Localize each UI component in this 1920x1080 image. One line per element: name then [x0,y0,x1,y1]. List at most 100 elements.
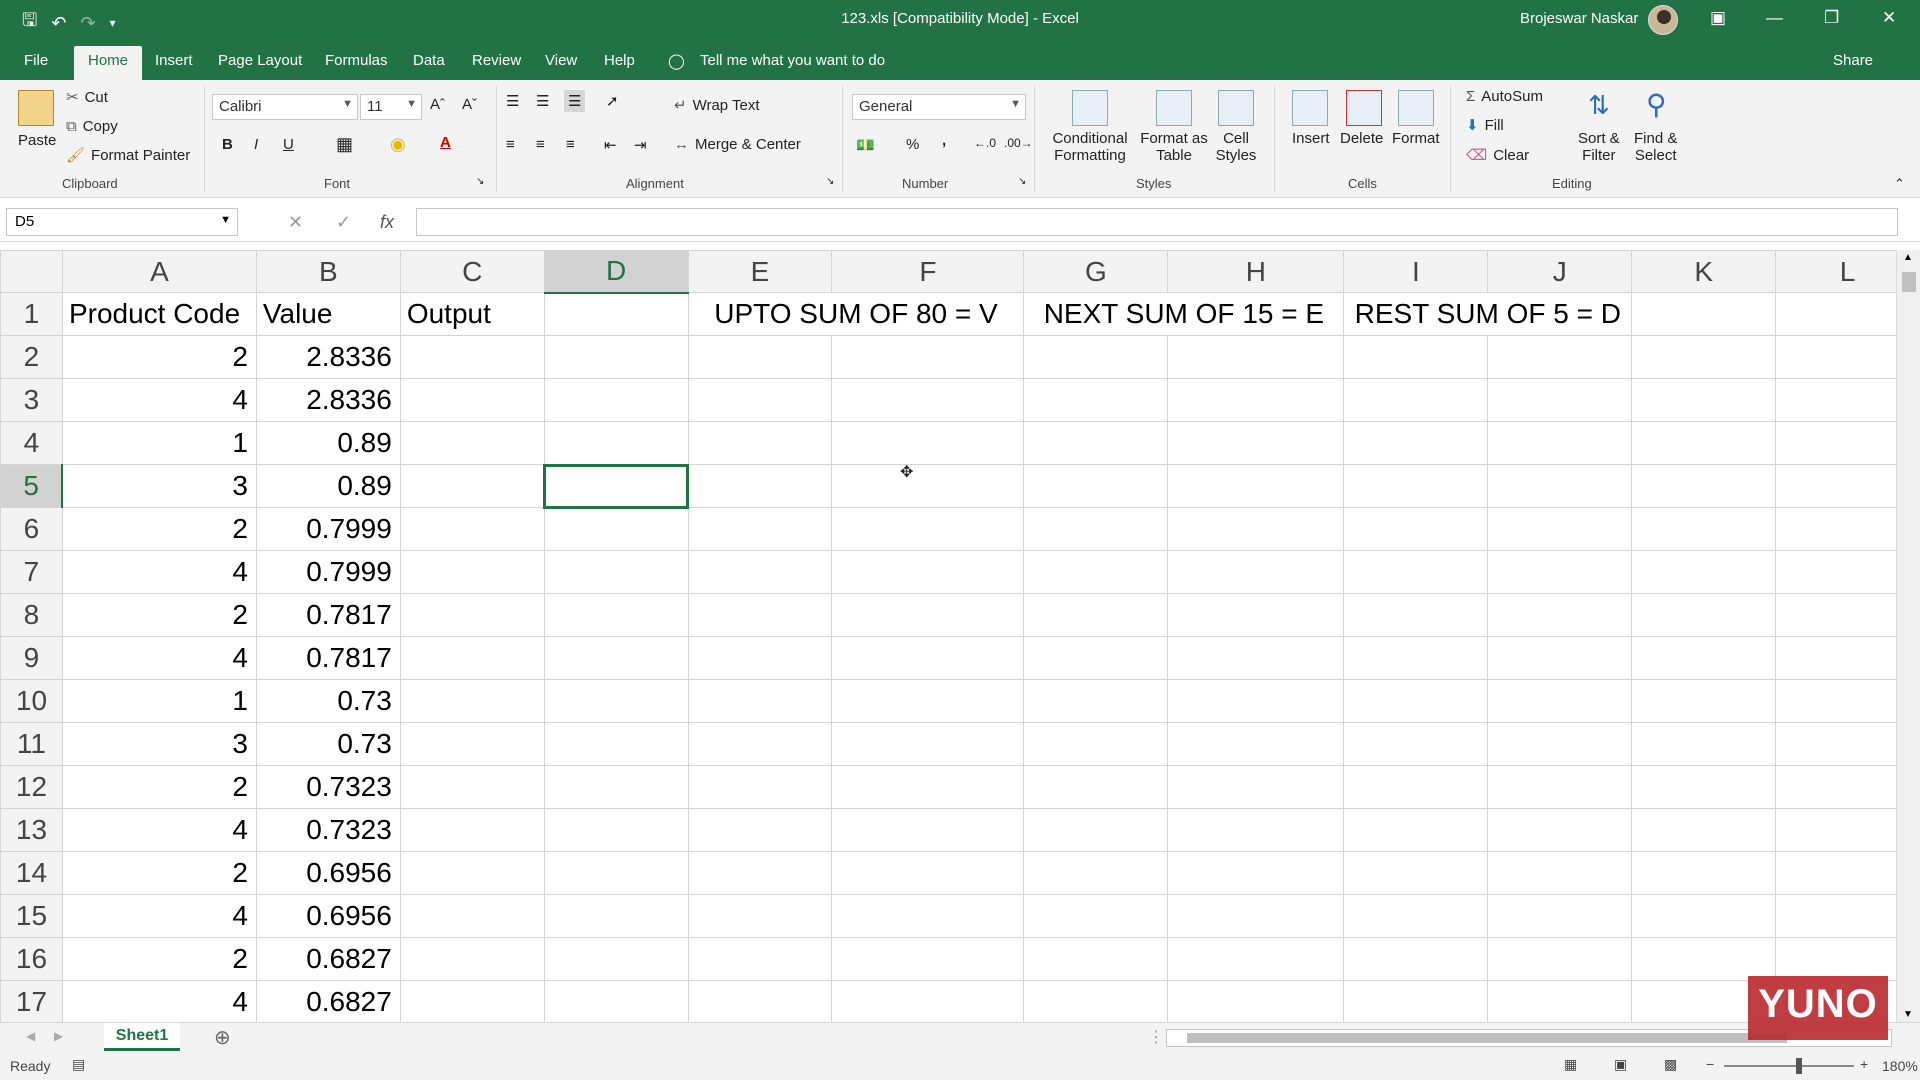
cell-product-code[interactable]: 4 [61,894,257,938]
cell-f2[interactable] [831,335,1025,379]
page-layout-view-icon[interactable]: ▣ [1614,1056,1627,1073]
sort-filter-icon[interactable]: ⇅ [1588,90,1610,121]
cell-k9[interactable] [1631,636,1777,680]
cell-g3[interactable] [1023,378,1169,422]
row-header[interactable]: 11 [0,722,63,766]
number-dialog-launcher-icon[interactable]: ↘ [1018,176,1026,187]
cell-j15[interactable] [1487,894,1633,938]
cell-f17[interactable] [831,980,1025,1022]
cell-value[interactable]: 0.7817 [255,593,401,637]
number-format-select[interactable]: General ▼ [852,94,1026,120]
format-cells-icon[interactable] [1398,90,1434,126]
cell-e7[interactable] [687,550,833,594]
cell-i11[interactable] [1343,722,1489,766]
cell-d11[interactable] [543,722,689,766]
cell-c9[interactable] [399,636,545,680]
cell-k13[interactable] [1631,808,1777,852]
restore-icon[interactable]: ❐ [1824,8,1839,28]
row-header[interactable]: 2 [0,335,63,379]
paste-button[interactable]: Paste [18,132,56,149]
cell-i3[interactable] [1343,378,1489,422]
cell-value[interactable]: 2.8336 [255,335,401,379]
zoom-out-icon[interactable]: − [1706,1056,1714,1072]
cell-f3[interactable] [831,378,1025,422]
cell-k15[interactable] [1631,894,1777,938]
cell-c10[interactable] [399,679,545,723]
italic-button[interactable]: I [254,136,258,153]
find-select-button[interactable]: Find & Select [1634,130,1677,164]
sheet-tab-sheet1[interactable]: Sheet1 [104,1023,180,1051]
cell-value[interactable]: 0.73 [255,679,401,723]
row-header[interactable]: 5 [0,464,64,508]
share-button[interactable]: Share [1833,52,1873,69]
underline-button[interactable]: U [283,136,294,153]
cell-k10[interactable] [1631,679,1777,723]
cell-j16[interactable] [1487,937,1633,981]
user-name[interactable]: Brojeswar Naskar [1520,10,1638,27]
cell-d12[interactable] [543,765,689,809]
cell-styles-button[interactable]: Cell Styles [1210,130,1262,164]
zoom-in-icon[interactable]: + [1860,1056,1868,1072]
row-header[interactable]: 12 [0,765,63,809]
comma-button[interactable]: , [942,132,946,149]
cell-g7[interactable] [1023,550,1169,594]
tab-data[interactable]: Data [413,52,445,69]
cell-product-code[interactable]: 2 [61,335,257,379]
paste-icon[interactable] [18,90,54,126]
row-header[interactable]: 9 [0,636,63,680]
cell-d6[interactable] [543,507,689,551]
avatar[interactable] [1648,5,1678,35]
cell-h6[interactable] [1167,507,1345,551]
column-header-b[interactable]: B [255,250,401,293]
scroll-down-icon[interactable]: ▼ [1903,1009,1913,1020]
cell-c13[interactable] [399,808,545,852]
row-header[interactable]: 16 [0,937,63,981]
row-header[interactable]: 13 [0,808,63,852]
cell-c8[interactable] [399,593,545,637]
cell-c17[interactable] [399,980,545,1022]
cell-h8[interactable] [1167,593,1345,637]
cell-d15[interactable] [543,894,689,938]
cell-value[interactable]: 0.6827 [255,980,401,1022]
cell-j6[interactable] [1487,507,1633,551]
cell-k6[interactable] [1631,507,1777,551]
cell-c3[interactable] [399,378,545,422]
cell-k2[interactable] [1631,335,1777,379]
name-box[interactable]: D5 ▼ [6,208,238,236]
row-header[interactable]: 4 [0,421,63,465]
cell-i12[interactable] [1343,765,1489,809]
vertical-scroll-thumb[interactable] [1902,272,1916,292]
cell-k8[interactable] [1631,593,1777,637]
cell-g16[interactable] [1023,937,1169,981]
cell-k1[interactable] [1631,292,1777,336]
wrap-text-button[interactable]: ↵ Wrap Text [674,96,760,114]
collapse-ribbon-icon[interactable]: ⌃ [1894,176,1905,192]
fill-button[interactable]: ⬇ Fill [1466,116,1504,134]
cell-d14[interactable] [543,851,689,895]
cell-h3[interactable] [1167,378,1345,422]
close-icon[interactable]: ✕ [1882,8,1896,28]
cell-e11[interactable] [687,722,833,766]
orientation-icon[interactable]: ➚ [606,92,619,110]
cell-i14[interactable] [1343,851,1489,895]
normal-view-icon[interactable]: ▦ [1564,1056,1577,1073]
cell-e13[interactable] [687,808,833,852]
decrease-font-size-icon[interactable]: Aˇ [462,96,477,113]
cell-e17[interactable] [687,980,833,1022]
insert-cells-button[interactable]: Insert [1292,130,1330,147]
cell-c1[interactable]: Output [399,292,545,336]
cell-f11[interactable] [831,722,1025,766]
enter-icon[interactable]: ✓ [336,212,351,233]
cell-e14[interactable] [687,851,833,895]
font-dialog-launcher-icon[interactable]: ↘ [476,176,484,187]
cell-j2[interactable] [1487,335,1633,379]
format-cells-button[interactable]: Format [1392,130,1440,147]
cell-value[interactable]: 0.89 [255,464,401,508]
cell-d3[interactable] [543,378,689,422]
prev-sheet-icon[interactable]: ◀ [26,1029,35,1043]
increase-indent-icon[interactable]: ⇥ [634,136,647,154]
cell-g12[interactable] [1023,765,1169,809]
cell-c11[interactable] [399,722,545,766]
cell-k3[interactable] [1631,378,1777,422]
cell-h4[interactable] [1167,421,1345,465]
